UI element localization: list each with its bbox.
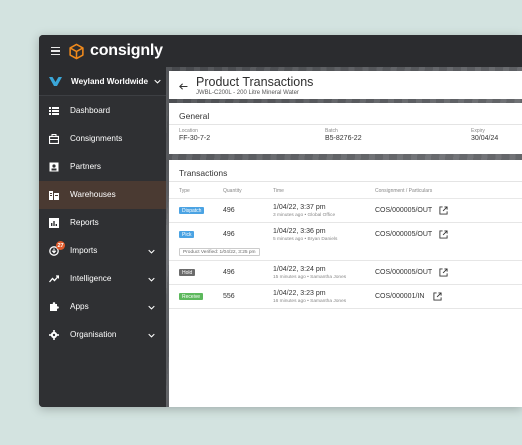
product-verified-badge: Product Verified: 1/04/22, 3:25 pm (179, 248, 260, 256)
sidebar-item-reports[interactable]: Reports (39, 209, 166, 237)
type-tag-pick: Pick (179, 231, 195, 238)
sidebar-item-label: Reports (70, 218, 99, 227)
sidebar-item-dashboard[interactable]: Dashboard (39, 97, 166, 125)
divider (169, 124, 522, 125)
sidebar-item-partners[interactable]: Partners (39, 153, 166, 181)
time-sub-cell: 16 minutes ago • Samantha Jones (273, 299, 347, 304)
external-link-icon[interactable] (439, 268, 448, 277)
time-cell: 1/04/22, 3:37 pm (273, 204, 326, 211)
location-value: FF-30-7-2 (179, 135, 211, 142)
type-tag-receive: Receive (179, 293, 204, 300)
time-sub-cell: 15 minutes ago • Samantha Jones (273, 275, 347, 280)
nav-list: Dashboard Consignments Partners Warehous… (39, 97, 166, 349)
sidebar-item-label: Partners (70, 162, 101, 171)
org-switcher[interactable]: Weyland Worldwide (39, 67, 166, 96)
col-header-type: Type (179, 188, 190, 194)
consignment-cell[interactable]: COS/000005/OUT (375, 269, 432, 276)
sidebar-item-label: Intelligence (70, 274, 112, 283)
time-sub-cell: 3 minutes ago • Global Office (273, 213, 336, 218)
time-cell: 1/04/22, 3:23 pm (273, 290, 326, 297)
expiry-label: Expiry (471, 128, 485, 134)
transactions-card: Transactions Type Quantity Time Consignm… (169, 160, 522, 407)
sidebar-item-apps[interactable]: Apps (39, 293, 166, 321)
external-link-icon[interactable] (439, 206, 448, 215)
quantity-cell: 496 (223, 207, 235, 214)
menu-icon[interactable] (51, 46, 60, 56)
chevron-down-icon (148, 305, 155, 310)
sidebar-item-intelligence[interactable]: Intelligence (39, 265, 166, 293)
consignment-cell[interactable]: COS/000005/OUT (375, 207, 432, 214)
time-sub-cell: 5 minutes ago • Bryan Daniels (273, 237, 338, 242)
chevron-down-icon (148, 333, 155, 338)
chevron-down-icon (148, 277, 155, 282)
col-header-time: Time (273, 188, 284, 194)
consignments-icon (49, 134, 59, 144)
type-tag-dispatch: Dispatch (179, 207, 205, 214)
page-title: Product Transactions (196, 75, 314, 89)
warehouse-icon (49, 191, 59, 200)
transactions-title: Transactions (179, 168, 228, 178)
batch-label: Batch (325, 128, 338, 134)
gear-icon (49, 330, 59, 340)
intelligence-icon (49, 275, 59, 283)
partners-icon (49, 162, 59, 172)
batch-value: B5-8276-22 (325, 135, 362, 142)
sidebar-item-warehouses[interactable]: Warehouses (39, 181, 166, 209)
reports-icon (49, 218, 59, 228)
weyland-logo-icon (49, 76, 62, 86)
external-link-icon[interactable] (439, 230, 448, 239)
consignment-cell[interactable]: COS/000005/OUT (375, 231, 432, 238)
time-cell: 1/04/22, 3:24 pm (273, 266, 326, 273)
org-name: Weyland Worldwide (71, 76, 149, 86)
sidebar-item-label: Apps (70, 302, 89, 311)
consignment-cell[interactable]: COS/000001/IN (375, 293, 424, 300)
consignly-logo-icon (69, 43, 84, 59)
sidebar-item-organisation[interactable]: Organisation (39, 321, 166, 349)
sidebar-item-label: Organisation (70, 330, 117, 339)
sidebar-item-label: Dashboard (70, 106, 111, 115)
sidebar: Weyland Worldwide Dashboard Consignments… (39, 67, 166, 407)
page-header: Product Transactions JWBL-C200L - 200 Li… (169, 71, 522, 99)
top-bar: consignly (39, 35, 522, 67)
sidebar-item-imports[interactable]: 27 Imports (39, 237, 166, 265)
quantity-cell: 496 (223, 269, 235, 276)
time-cell: 1/04/22, 3:36 pm (273, 228, 326, 235)
location-label: Location (179, 128, 198, 134)
sidebar-item-consignments[interactable]: Consignments (39, 125, 166, 153)
imports-badge: 27 (56, 241, 65, 250)
quantity-cell: 556 (223, 293, 235, 300)
dashboard-icon (49, 107, 59, 115)
back-arrow-icon[interactable] (179, 83, 188, 90)
apps-icon (50, 302, 59, 311)
col-header-quantity: Quantity (223, 188, 242, 194)
table-row[interactable]: Hold 496 1/04/22, 3:24 pm 15 minutes ago… (169, 261, 522, 285)
brand-name: consignly (90, 42, 163, 59)
general-title: General (179, 111, 210, 121)
external-link-icon[interactable] (433, 292, 442, 301)
main-content: Product Transactions JWBL-C200L - 200 Li… (166, 67, 522, 407)
chevron-down-icon (154, 79, 161, 84)
app-window: consignly Weyland Worldwide Dashboard Co… (39, 35, 522, 407)
table-row[interactable]: Dispatch 496 1/04/22, 3:37 pm 3 minutes … (169, 199, 522, 223)
sidebar-item-label: Imports (70, 246, 98, 255)
divider (169, 181, 522, 182)
table-row[interactable]: Pick 496 1/04/22, 3:36 pm 5 minutes ago … (169, 223, 522, 261)
expiry-value: 30/04/24 (471, 135, 499, 142)
col-header-consignment: Consignment / Particulars (375, 188, 433, 194)
page-subtitle: JWBL-C200L - 200 Litre Mineral Water (196, 90, 299, 96)
table-row[interactable]: Receive 556 1/04/22, 3:23 pm 16 minutes … (169, 285, 522, 309)
sidebar-item-label: Consignments (70, 134, 123, 143)
quantity-cell: 496 (223, 231, 235, 238)
sidebar-item-label: Warehouses (70, 190, 116, 199)
general-card: General Location FF-30-7-2 Batch B5-8276… (169, 103, 522, 154)
type-tag-hold: Hold (179, 269, 196, 276)
chevron-down-icon (148, 249, 155, 254)
